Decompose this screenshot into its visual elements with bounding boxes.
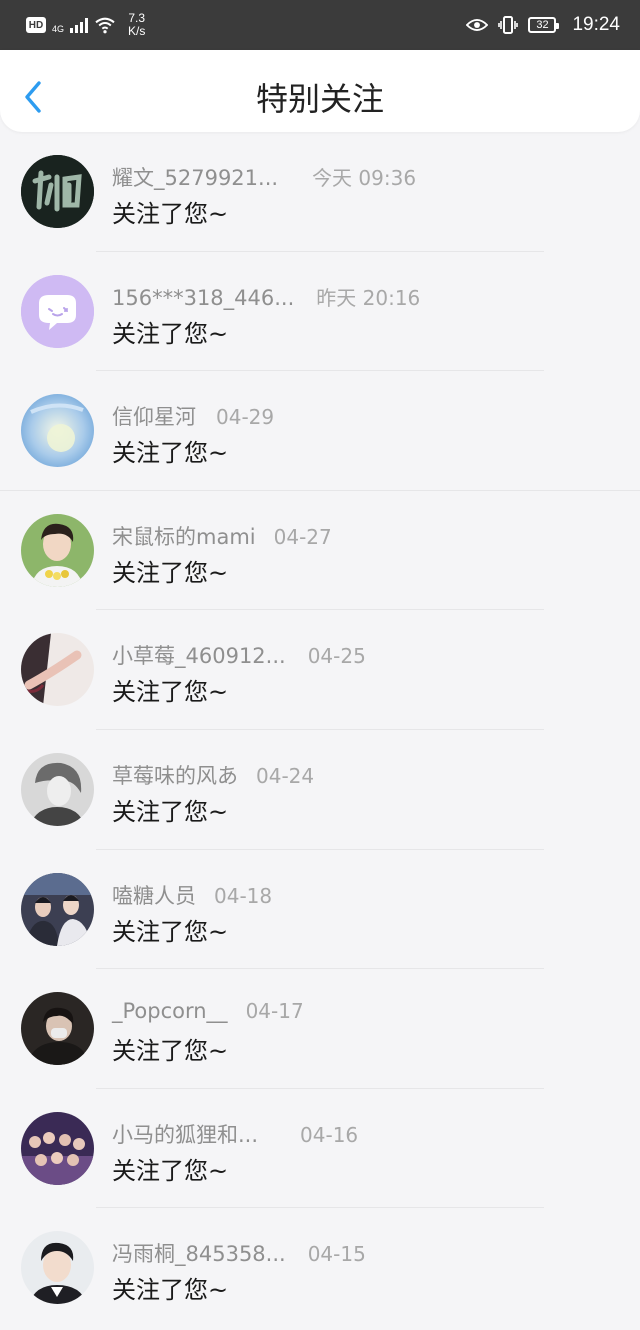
list-item[interactable]: _Popcorn__ 04-17 关注了您~ — [0, 969, 640, 1089]
name-row: 小马的狐狸和... 04-16 — [112, 1119, 358, 1149]
follow-time: 昨天 20:16 — [316, 285, 421, 310]
list-item[interactable]: 冯雨桐_845358... 04-15 关注了您~ — [0, 1208, 640, 1328]
follow-message: 关注了您~ — [112, 917, 229, 946]
avatar[interactable] — [21, 752, 94, 826]
name-row: 宋鼠标的mami 04-27 — [112, 521, 332, 551]
avatar[interactable] — [21, 872, 94, 946]
network-speed: 7.3 K/s — [128, 12, 145, 38]
wifi-icon — [95, 17, 115, 34]
follow-message: 关注了您~ — [112, 1156, 229, 1185]
follow-message: 关注了您~ — [112, 558, 229, 587]
username[interactable]: 156***318_446... — [112, 286, 294, 310]
follow-time: 04-16 — [300, 1122, 359, 1147]
name-row: 信仰星河 04-29 — [112, 401, 274, 431]
follow-time: 今天 09:36 — [312, 166, 417, 190]
avatar[interactable] — [21, 513, 94, 587]
follow-message: 关注了您~ — [112, 200, 229, 228]
nav-header: 特别关注 — [0, 50, 640, 132]
list-item[interactable]: 耀文_5279921... 今天 09:36 关注了您~ — [0, 132, 640, 252]
name-row: 草莓味的风あ 04-24 — [112, 760, 314, 790]
list-item[interactable]: 宋鼠标的mami 04-27 关注了您~ — [0, 491, 640, 611]
status-bar: HD 4G 7.3 K/s 32 19:24 — [0, 0, 640, 50]
hd-badge: HD — [26, 17, 46, 33]
follow-message: 关注了您~ — [112, 319, 229, 348]
follow-message: 关注了您~ — [112, 1276, 229, 1305]
list-item[interactable]: 156***318_446... 昨天 20:16 关注了您~ — [0, 252, 640, 372]
list-item[interactable]: 嗑糖人员 04-18 关注了您~ — [0, 850, 640, 970]
username[interactable]: 小草莓_460912... — [112, 640, 286, 670]
name-row: 耀文_5279921... 今天 09:36 — [112, 162, 416, 192]
vibrate-icon — [498, 16, 519, 34]
follow-message: 关注了您~ — [112, 678, 229, 707]
name-row: _Popcorn__ 04-17 — [112, 999, 304, 1023]
follow-time: 04-29 — [216, 405, 275, 430]
name-row: 156***318_446... 昨天 20:16 — [112, 282, 420, 311]
follow-time: 04-24 — [256, 763, 315, 788]
username[interactable]: 宋鼠标的mami — [112, 521, 256, 551]
follow-time: 04-27 — [273, 524, 332, 549]
name-row: 冯雨桐_845358... 04-15 — [112, 1238, 366, 1268]
follow-time: 04-15 — [307, 1242, 366, 1267]
list-item[interactable]: 信仰星河 04-29 关注了您~ — [0, 371, 640, 491]
username[interactable]: _Popcorn__ — [112, 999, 228, 1023]
clock: 19:24 — [572, 14, 620, 35]
battery-icon: 32 — [528, 17, 560, 33]
name-row: 小草莓_460912... 04-25 — [112, 640, 366, 670]
follow-message: 关注了您~ — [112, 439, 229, 468]
follow-time: 04-25 — [307, 644, 366, 669]
username[interactable]: 小马的狐狸和... — [112, 1119, 258, 1149]
name-row: 嗑糖人员 04-18 — [112, 880, 272, 910]
follow-time: 04-18 — [214, 883, 273, 908]
avatar[interactable] — [21, 155, 94, 228]
avatar[interactable] — [21, 394, 94, 468]
list-item[interactable]: 草莓味的风あ 04-24 关注了您~ — [0, 730, 640, 850]
follow-time: 04-17 — [245, 999, 304, 1024]
avatar[interactable] — [21, 274, 94, 348]
network-type: 4G — [52, 24, 65, 34]
list-item[interactable]: 小马的狐狸和... 04-16 关注了您~ — [0, 1089, 640, 1209]
username[interactable]: 嗑糖人员 — [112, 880, 196, 910]
signal-icon — [70, 17, 89, 33]
follow-message: 关注了您~ — [112, 1037, 229, 1066]
avatar[interactable] — [21, 992, 94, 1066]
username[interactable]: 耀文_5279921... — [112, 162, 278, 192]
status-left: HD 4G 7.3 K/s — [26, 12, 145, 38]
follow-message: 关注了您~ — [112, 797, 229, 826]
status-right: 32 19:24 — [466, 14, 620, 36]
list-item[interactable]: 小草莓_460912... 04-25 关注了您~ — [0, 610, 640, 730]
speed-unit: K/s — [128, 24, 146, 38]
eye-icon — [466, 19, 489, 31]
username[interactable]: 草莓味的风あ — [112, 760, 238, 790]
follower-list: 耀文_5279921... 今天 09:36 关注了您~ 156***318_4… — [0, 132, 640, 1328]
username[interactable]: 信仰星河 — [112, 401, 196, 431]
avatar[interactable] — [21, 1231, 94, 1305]
username[interactable]: 冯雨桐_845358... — [112, 1238, 286, 1268]
avatar[interactable] — [21, 1111, 94, 1185]
avatar[interactable] — [21, 633, 94, 707]
